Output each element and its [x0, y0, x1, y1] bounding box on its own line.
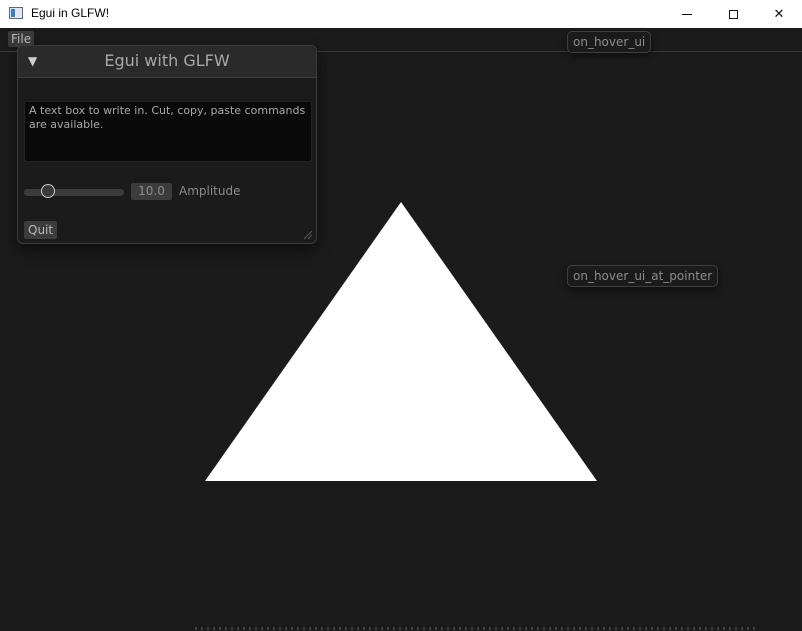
resize-grip-icon[interactable]: [303, 230, 313, 240]
maximize-icon: [728, 9, 738, 19]
window-title: Egui in GLFW!: [31, 6, 110, 20]
quit-button[interactable]: Quit: [24, 221, 58, 239]
maximize-button[interactable]: [710, 0, 756, 28]
minimize-button[interactable]: [664, 0, 710, 28]
render-artifact: [195, 627, 755, 630]
tooltip-on-hover-ui-at-pointer: on_hover_ui_at_pointer: [567, 265, 719, 287]
close-button[interactable]: ✕: [756, 0, 802, 28]
egui-window[interactable]: ▼ Egui with GLFW A text box to write in.…: [17, 45, 317, 244]
minimize-icon: [682, 13, 692, 15]
text-box[interactable]: A text box to write in. Cut, copy, paste…: [24, 101, 312, 162]
amplitude-label: Amplitude: [179, 184, 241, 198]
title-bar[interactable]: Egui in GLFW! ✕: [0, 0, 802, 28]
egui-window-header[interactable]: ▼ Egui with GLFW: [18, 46, 316, 78]
app-icon: [9, 7, 23, 19]
app-window: Egui in GLFW! ✕ File ▼ Egui with GLFW A …: [0, 0, 802, 631]
amplitude-slider[interactable]: [24, 189, 124, 196]
tooltip-on-hover-ui: on_hover_ui: [567, 31, 652, 53]
egui-window-title: Egui with GLFW: [104, 51, 230, 70]
close-icon: ✕: [773, 6, 785, 22]
amplitude-value[interactable]: 10.0: [131, 183, 172, 200]
